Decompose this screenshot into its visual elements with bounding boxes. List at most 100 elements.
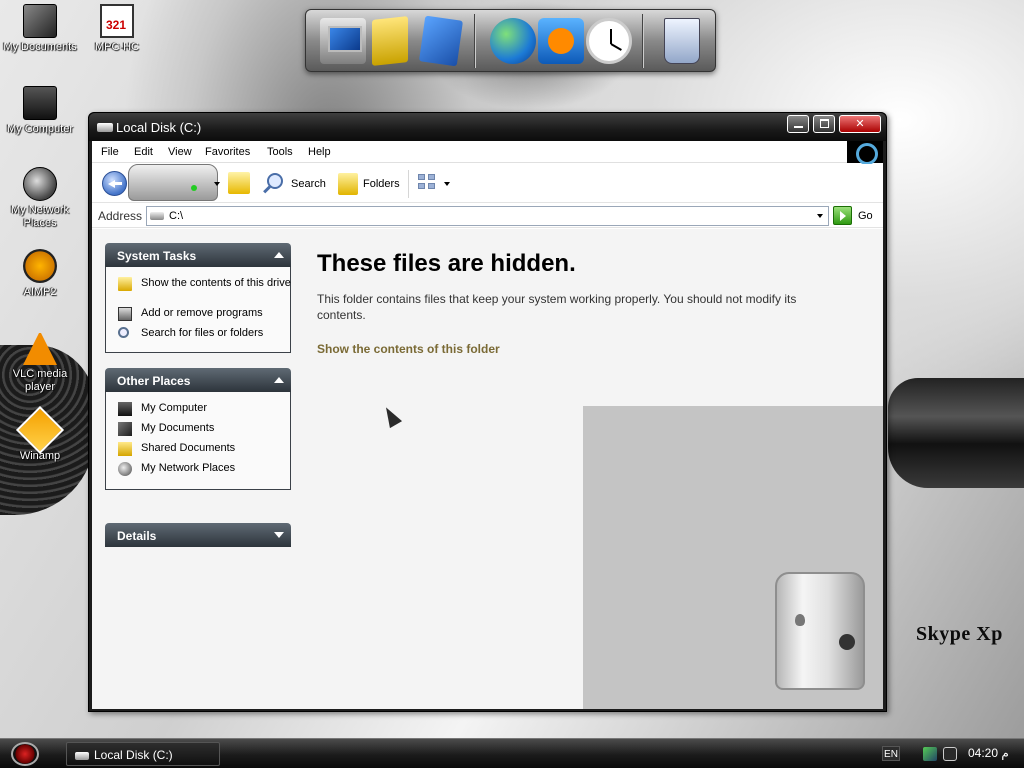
toolbar-separator bbox=[408, 170, 409, 198]
menu-file[interactable]: File bbox=[101, 146, 119, 158]
desktop-icon-label: My Computer bbox=[6, 123, 74, 135]
drive-icon bbox=[150, 212, 164, 220]
menu-view[interactable]: View bbox=[168, 146, 192, 158]
search-icon bbox=[118, 327, 129, 338]
folders-icon bbox=[338, 173, 358, 195]
drive-icon bbox=[97, 123, 113, 132]
task-label: Search for files or folders bbox=[141, 327, 264, 339]
clock[interactable]: 04:20 م bbox=[968, 746, 1009, 760]
system-tasks-header[interactable]: System Tasks bbox=[105, 243, 291, 267]
mouse-cursor-icon bbox=[379, 403, 403, 429]
desktop-icon-aimp[interactable]: AIMP2 bbox=[0, 249, 80, 299]
clock-icon[interactable] bbox=[586, 18, 632, 64]
wallpaper-texture-right bbox=[888, 378, 1024, 488]
notification-tray-icon[interactable] bbox=[943, 747, 957, 761]
menu-bar: File Edit View Favorites Tools Help bbox=[92, 141, 883, 165]
taskbar-window-label: Local Disk (C:) bbox=[94, 748, 173, 762]
go-label: Go bbox=[858, 210, 873, 222]
desktop-icon-mpc-hc[interactable]: MPC-HC bbox=[77, 4, 157, 54]
menu-edit[interactable]: Edit bbox=[134, 146, 153, 158]
desktop-icon-label: AIMP2 bbox=[23, 286, 57, 298]
address-bar: Address C:\ Go bbox=[92, 204, 883, 228]
other-places-header[interactable]: Other Places bbox=[105, 368, 291, 392]
toolbar: Search Folders bbox=[92, 164, 883, 203]
menu-favorites[interactable]: Favorites bbox=[205, 146, 250, 158]
desktop-icon-label: My Network Places bbox=[10, 204, 70, 229]
network-places-icon bbox=[118, 462, 132, 476]
programs-icon bbox=[118, 307, 132, 321]
menu-tools[interactable]: Tools bbox=[267, 146, 293, 158]
back-button[interactable] bbox=[102, 171, 127, 196]
views-icon-part bbox=[428, 174, 435, 180]
taskbar-window-button[interactable]: Local Disk (C:) bbox=[66, 742, 220, 766]
mpc-hc-icon bbox=[100, 4, 134, 38]
desktop-icon-vlc[interactable]: VLC media player bbox=[0, 331, 80, 394]
views-dropdown-icon[interactable] bbox=[444, 182, 450, 186]
drive-icon bbox=[75, 752, 89, 760]
hidden-files-description: This folder contains files that keep you… bbox=[317, 292, 797, 322]
hidden-files-heading: These files are hidden. bbox=[317, 250, 576, 277]
explorer-window: Local Disk (C:) ✕ File Edit View Favorit… bbox=[88, 112, 887, 712]
go-arrow-icon bbox=[833, 206, 852, 225]
my-computer-icon bbox=[118, 402, 132, 416]
desktop-icon-network-places[interactable]: My Network Places bbox=[0, 167, 80, 230]
desktop-icon-my-computer[interactable]: My Computer bbox=[0, 86, 80, 136]
browser-globe-icon[interactable] bbox=[490, 18, 536, 64]
vlc-icon bbox=[23, 331, 57, 365]
dock-bar bbox=[305, 9, 716, 72]
title-bar[interactable]: Local Disk (C:) ✕ bbox=[89, 113, 886, 141]
minimize-button[interactable] bbox=[787, 115, 809, 133]
address-input[interactable]: C:\ bbox=[146, 206, 829, 226]
collapse-icon[interactable] bbox=[273, 249, 285, 261]
address-label: Address bbox=[98, 209, 143, 223]
folder-icon bbox=[118, 277, 132, 291]
search-icon bbox=[267, 173, 283, 189]
show-folder-contents-link[interactable]: Show the contents of this folder bbox=[317, 342, 500, 356]
desktop-icon-my-documents[interactable]: My Documents bbox=[0, 4, 80, 54]
media-player-icon[interactable] bbox=[538, 18, 584, 64]
shared-folder-icon bbox=[118, 442, 132, 456]
close-icon: ✕ bbox=[855, 118, 865, 130]
details-header[interactable]: Details bbox=[105, 523, 291, 547]
collapse-icon[interactable] bbox=[273, 374, 285, 386]
task-label: Add or remove programs bbox=[141, 307, 263, 319]
network-tray-icon[interactable] bbox=[923, 747, 937, 761]
search-label: Search bbox=[291, 178, 326, 190]
place-label: My Network Places bbox=[141, 462, 236, 474]
desktop-icon-label: My Documents bbox=[3, 41, 77, 53]
place-label: My Documents bbox=[141, 422, 215, 434]
address-value: C:\ bbox=[169, 210, 184, 222]
address-dropdown-button[interactable] bbox=[812, 207, 828, 225]
computer-icon[interactable] bbox=[320, 18, 366, 64]
views-icon bbox=[418, 174, 425, 180]
recycle-bin-icon[interactable] bbox=[664, 18, 700, 64]
desktop-icon-label: MPC-HC bbox=[95, 41, 139, 53]
folder-content: System Tasks Show the contents of this d… bbox=[92, 229, 883, 709]
system-tasks-title: System Tasks bbox=[117, 249, 197, 263]
maximize-button[interactable] bbox=[813, 115, 835, 133]
place-label: Shared Documents bbox=[141, 442, 236, 454]
desktop-icon-winamp[interactable]: Winamp bbox=[0, 405, 80, 463]
hard-drive-icon bbox=[128, 164, 218, 201]
place-label: My Computer bbox=[141, 402, 208, 414]
folder-up-button[interactable] bbox=[228, 172, 250, 194]
documents-icon[interactable] bbox=[418, 15, 464, 67]
start-button[interactable] bbox=[11, 742, 39, 766]
chevron-down-icon bbox=[817, 214, 823, 218]
window-title: Local Disk (C:) bbox=[116, 120, 202, 135]
expand-icon[interactable] bbox=[273, 529, 285, 541]
menu-help[interactable]: Help bbox=[308, 146, 331, 158]
views-button[interactable] bbox=[418, 174, 438, 194]
my-documents-icon bbox=[118, 422, 132, 436]
back-dropdown-icon[interactable] bbox=[214, 182, 220, 186]
my-documents-icon bbox=[23, 4, 57, 38]
folder-icon[interactable] bbox=[372, 16, 408, 66]
wallpaper-brand-text: Skype Xp bbox=[916, 623, 1003, 645]
language-indicator[interactable]: EN bbox=[882, 746, 900, 761]
other-places-panel: My Computer My Documents Shared Document… bbox=[105, 392, 291, 490]
windows-logo-icon bbox=[847, 141, 883, 165]
maximize-icon bbox=[820, 119, 829, 128]
views-icon-part bbox=[428, 183, 435, 189]
close-button[interactable]: ✕ bbox=[839, 115, 881, 133]
task-label: Show the contents of this drive bbox=[141, 277, 291, 289]
